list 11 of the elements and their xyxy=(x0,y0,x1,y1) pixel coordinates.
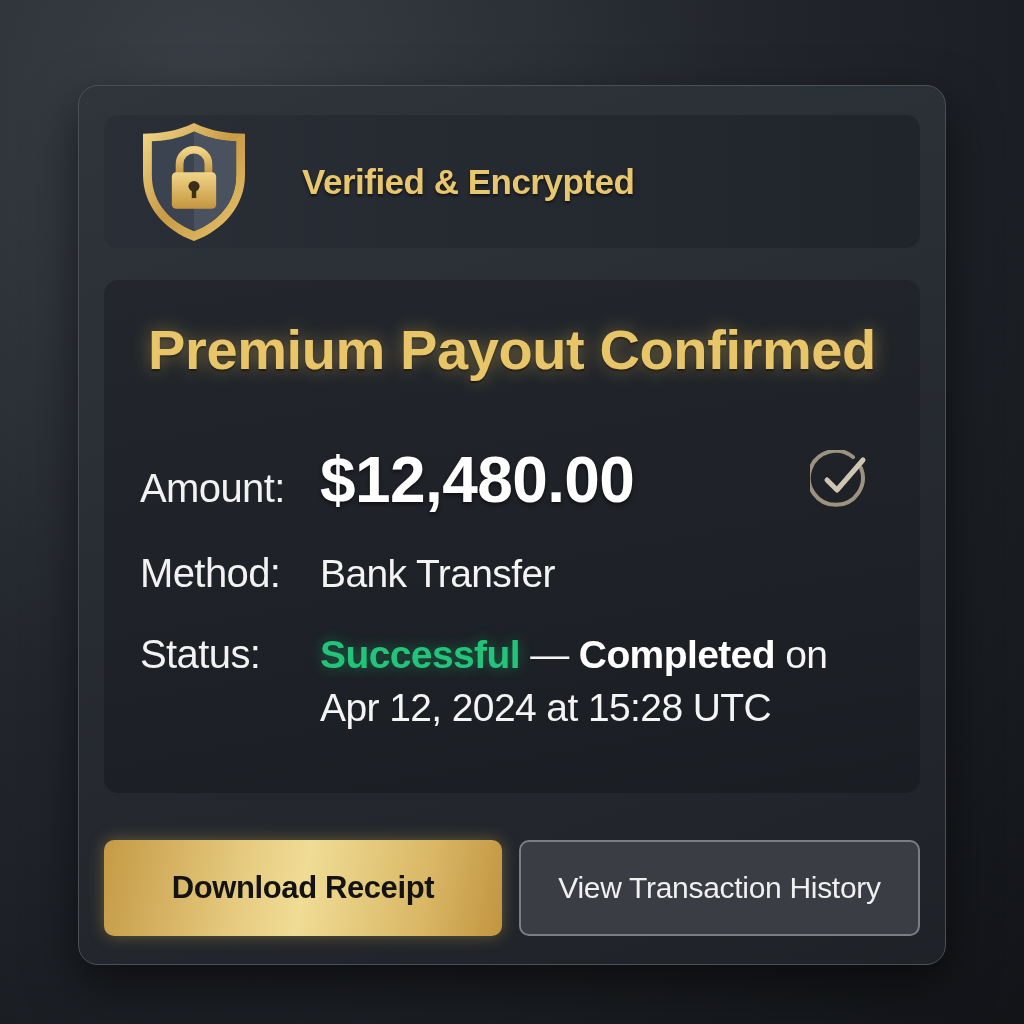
detail-label: Amount: xyxy=(140,465,286,512)
shield-lock-icon xyxy=(143,122,245,241)
download-receipt-button[interactable]: Download Receipt xyxy=(104,840,502,936)
view-history-button[interactable]: View Transaction History xyxy=(519,840,920,936)
amount-value: $12,480.00 xyxy=(320,443,635,518)
payout-title: Premium Payout Confirmed xyxy=(147,317,877,383)
detail-value: Bank Transfer xyxy=(320,551,555,597)
detail-label: Method: xyxy=(140,550,282,597)
detail-label: Status: xyxy=(140,631,262,678)
status-value: Successful — Completed on Apr 12, 2024 at 15:28 UTC xyxy=(320,632,829,731)
banner-title: Verified & Encrypted xyxy=(302,161,635,202)
